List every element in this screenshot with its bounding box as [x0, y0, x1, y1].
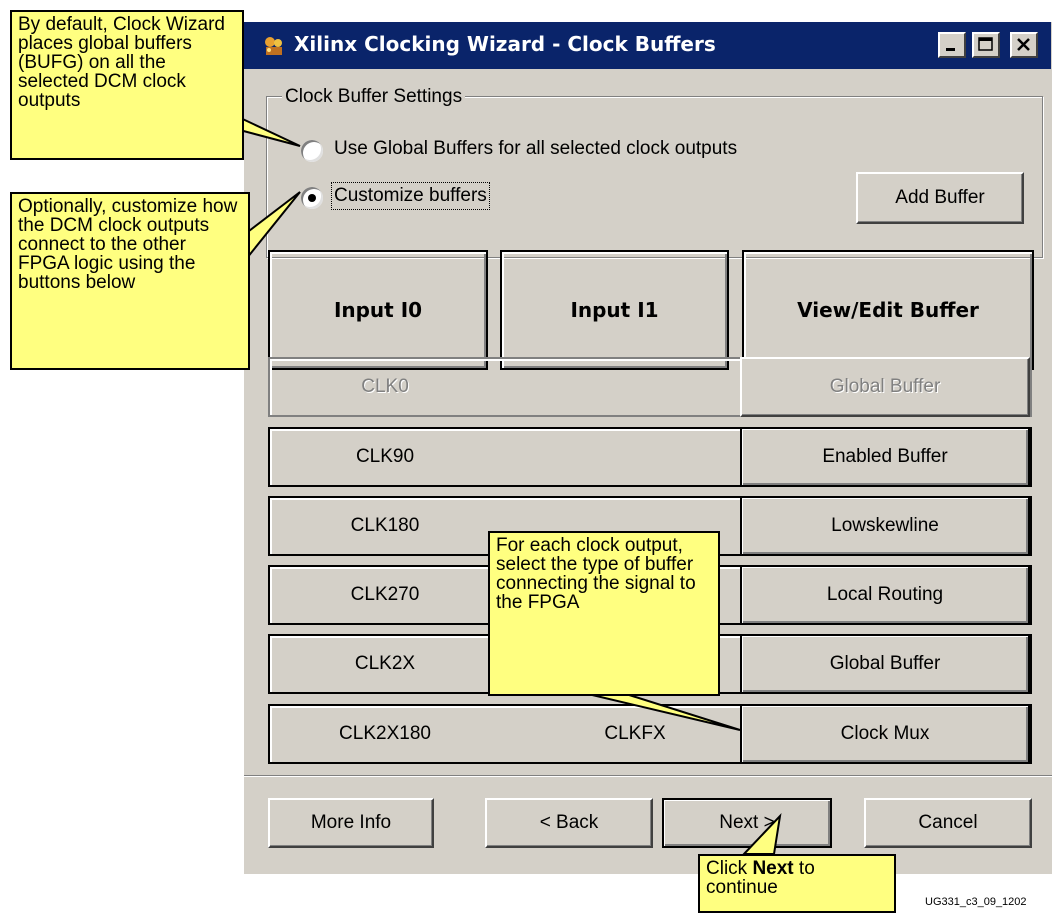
callout-next-bold: Next: [752, 858, 794, 879]
pointer-each: [587, 693, 741, 731]
callout-click-next: Click Next to continue: [698, 854, 896, 913]
pointer-next: [741, 812, 782, 855]
figure-id: UG331_c3_09_1202: [925, 896, 1027, 908]
callout-each-output: For each clock output, select the type o…: [488, 531, 720, 696]
callout-default-buffers: By default, Clock Wizard places global b…: [10, 10, 244, 160]
callout-customize-buffers: Optionally, customize how the DCM clock …: [10, 192, 250, 370]
callout-next-prefix: Click: [706, 858, 753, 879]
